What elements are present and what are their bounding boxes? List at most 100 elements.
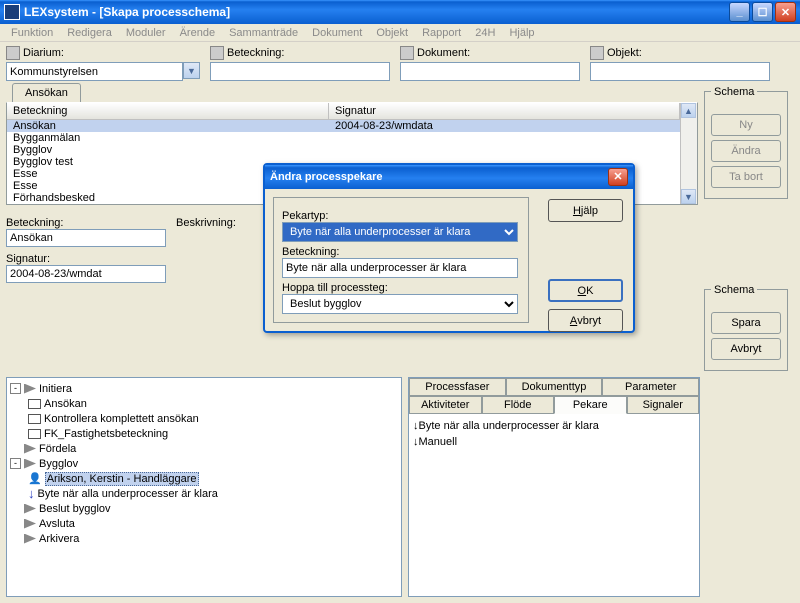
process-tree[interactable]: -Initiera AnsökanKontrollera komplettett … bbox=[6, 377, 402, 597]
list-item[interactable]: ↓Byte när alla underprocesser är klara bbox=[413, 418, 695, 434]
tree-node[interactable]: -Bygglov bbox=[10, 456, 398, 471]
tab-aktiviteter[interactable]: Aktiviteter bbox=[409, 396, 482, 414]
tree-node[interactable]: ↓Byte när alla underprocesser är klara bbox=[10, 486, 398, 501]
document-icon bbox=[28, 399, 41, 409]
grid-scrollbar[interactable]: ▲ ▼ bbox=[680, 103, 697, 204]
menu-hjalp[interactable]: Hjälp bbox=[502, 26, 541, 40]
det-beteckning-input[interactable] bbox=[6, 229, 166, 247]
beteckning-icon bbox=[210, 46, 224, 60]
tab-dokumenttyp[interactable]: Dokumenttyp bbox=[506, 378, 603, 396]
diarium-label: Diarium: bbox=[23, 47, 64, 59]
tree-label: Ansökan bbox=[44, 398, 87, 410]
beteckning-label: Beteckning: bbox=[227, 47, 284, 59]
triangle-icon bbox=[24, 504, 36, 514]
grid-col-signatur[interactable]: Signatur bbox=[329, 103, 680, 119]
dokument-input[interactable] bbox=[400, 62, 580, 81]
menu-redigera[interactable]: Redigera bbox=[60, 26, 119, 40]
main-tab-ansokan[interactable]: Ansökan bbox=[12, 83, 81, 102]
dialog-close-button[interactable]: ✕ bbox=[608, 168, 628, 186]
list-item-label: Manuell bbox=[419, 436, 458, 448]
diarium-dropdown-button[interactable]: ▼ bbox=[183, 62, 200, 79]
triangle-icon bbox=[24, 459, 36, 469]
dlg-hoppa-select[interactable]: Beslut bygglov bbox=[282, 294, 518, 314]
table-row[interactable]: Ansökan2004-08-23/wmdata bbox=[7, 120, 680, 132]
triangle-icon bbox=[24, 519, 36, 529]
tab-parameter[interactable]: Parameter bbox=[602, 378, 699, 396]
tree-label: Arikson, Kerstin - Handläggare bbox=[45, 472, 199, 486]
tree-node[interactable]: Ansökan bbox=[10, 396, 398, 411]
dlg-help-button[interactable]: Hjälp bbox=[548, 199, 623, 222]
tree-node[interactable]: -Initiera bbox=[10, 381, 398, 396]
tab-row-2: Aktiviteter Flöde Pekare Signaler bbox=[409, 396, 699, 414]
scroll-up-icon[interactable]: ▲ bbox=[681, 103, 696, 118]
diarium-icon bbox=[6, 46, 20, 60]
tree-node[interactable]: Kontrollera komplettett ansökan bbox=[10, 411, 398, 426]
dlg-ok-button[interactable]: OK bbox=[548, 279, 623, 302]
tree-node[interactable]: Avsluta bbox=[10, 516, 398, 531]
det-beteckning-label: Beteckning: bbox=[6, 217, 166, 229]
triangle-icon bbox=[24, 384, 36, 394]
schema-avbryt-button[interactable]: Avbryt bbox=[711, 338, 781, 360]
tree-label: Arkivera bbox=[39, 533, 79, 545]
tab-processfaser[interactable]: Processfaser bbox=[409, 378, 506, 396]
schema-bottom-box: Schema Spara Avbryt bbox=[704, 289, 788, 371]
window-title: LEXsystem - [Skapa processchema] bbox=[24, 5, 727, 19]
tab-pekare[interactable]: Pekare bbox=[554, 396, 627, 414]
diarium-combo[interactable] bbox=[6, 62, 183, 81]
schema-bottom-title: Schema bbox=[711, 284, 757, 296]
beteckning-input[interactable] bbox=[210, 62, 390, 81]
tree-label: Byte när alla underprocesser är klara bbox=[38, 488, 218, 500]
document-icon bbox=[28, 429, 41, 439]
schema-ny-button[interactable]: Ny bbox=[711, 114, 781, 136]
dlg-pekartyp-select[interactable]: Byte när alla underprocesser är klara bbox=[282, 222, 518, 242]
document-icon bbox=[28, 414, 41, 424]
menu-objekt[interactable]: Objekt bbox=[369, 26, 415, 40]
menu-sammantrade[interactable]: Sammanträde bbox=[222, 26, 305, 40]
tree-node[interactable]: FK_Fastighetsbeteckning bbox=[10, 426, 398, 441]
objekt-input[interactable] bbox=[590, 62, 770, 81]
det-signatur-input[interactable] bbox=[6, 265, 166, 283]
person-icon: 👤 bbox=[28, 472, 42, 485]
tree-node[interactable]: Beslut bygglov bbox=[10, 501, 398, 516]
tree-node[interactable]: Fördela bbox=[10, 441, 398, 456]
menu-moduler[interactable]: Moduler bbox=[119, 26, 173, 40]
minimize-button[interactable]: _ bbox=[729, 2, 750, 22]
tree-label: FK_Fastighetsbeteckning bbox=[44, 428, 168, 440]
menu-arende[interactable]: Ärende bbox=[173, 26, 222, 40]
menu-rapport[interactable]: Rapport bbox=[415, 26, 468, 40]
list-item-label: Byte när alla underprocesser är klara bbox=[419, 420, 599, 432]
dialog-andra-processpekare: Ändra processpekare ✕ Pekartyp: Byte när… bbox=[263, 163, 635, 333]
menu-24h[interactable]: 24H bbox=[468, 26, 502, 40]
menu-dokument[interactable]: Dokument bbox=[305, 26, 369, 40]
tree-node[interactable]: Arkivera bbox=[10, 531, 398, 546]
menu-bar: Funktion Redigera Moduler Ärende Sammant… bbox=[0, 24, 800, 42]
maximize-button[interactable]: ☐ bbox=[752, 2, 773, 22]
tree-expand-icon[interactable]: - bbox=[10, 383, 21, 394]
schema-tabort-button[interactable]: Ta bort bbox=[711, 166, 781, 188]
dialog-fieldset: Pekartyp: Byte när alla underprocesser ä… bbox=[273, 197, 529, 323]
dokument-icon bbox=[400, 46, 414, 60]
list-item[interactable]: ↓Manuell bbox=[413, 434, 695, 450]
tree-expand-icon[interactable]: - bbox=[10, 458, 21, 469]
app-icon bbox=[4, 4, 20, 20]
table-row[interactable]: Bygglov bbox=[7, 144, 680, 156]
schema-andra-button[interactable]: Ändra bbox=[711, 140, 781, 162]
dlg-beteckning-input[interactable] bbox=[282, 258, 518, 278]
triangle-icon bbox=[24, 534, 36, 544]
grid-header: Beteckning Signatur bbox=[7, 103, 680, 120]
dlg-cancel-button[interactable]: Avbryt bbox=[548, 309, 623, 332]
menu-funktion[interactable]: Funktion bbox=[4, 26, 60, 40]
schema-spara-button[interactable]: Spara bbox=[711, 312, 781, 334]
table-row[interactable]: Bygganmälan bbox=[7, 132, 680, 144]
grid-col-beteckning[interactable]: Beteckning bbox=[7, 103, 329, 119]
tab-flode[interactable]: Flöde bbox=[482, 396, 555, 414]
dlg-beteckning-label: Beteckning: bbox=[282, 246, 520, 258]
dlg-hoppa-label: Hoppa till processteg: bbox=[282, 282, 520, 294]
tree-node[interactable]: 👤Arikson, Kerstin - Handläggare bbox=[10, 471, 398, 486]
scroll-down-icon[interactable]: ▼ bbox=[681, 189, 696, 204]
dialog-titlebar[interactable]: Ändra processpekare ✕ bbox=[265, 165, 633, 189]
tree-label: Fördela bbox=[39, 443, 76, 455]
close-button[interactable]: ✕ bbox=[775, 2, 796, 22]
triangle-icon bbox=[24, 444, 36, 454]
tab-signaler[interactable]: Signaler bbox=[627, 396, 700, 414]
